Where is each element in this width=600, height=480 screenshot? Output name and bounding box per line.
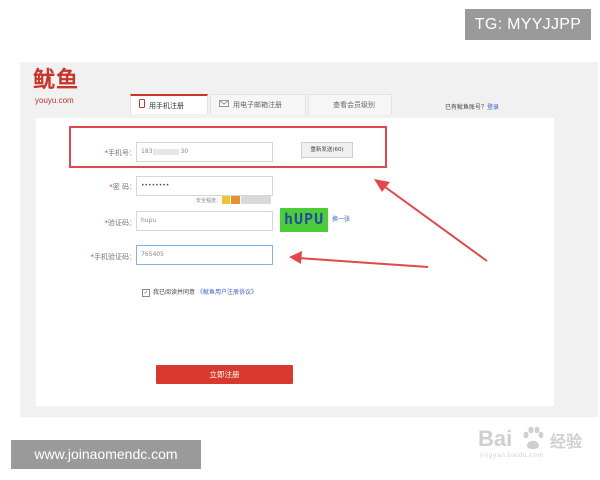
watermark-tag-bottom: www.joinaomendc.com bbox=[11, 440, 201, 469]
annotation-arrows bbox=[289, 179, 488, 268]
arrow-to-sms-code bbox=[289, 251, 429, 268]
arrow-to-phone-row bbox=[374, 179, 488, 262]
